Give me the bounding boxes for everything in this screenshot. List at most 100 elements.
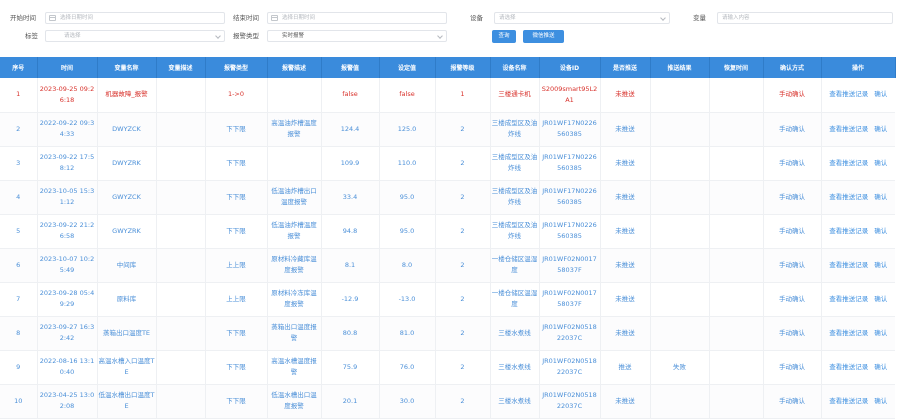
cell-var-name: DWYZCK [97, 112, 157, 147]
table-row[interactable]: 3 2023-09-22 17:58:12 DWYZRK 下下限 109.9 110.0 2… [0, 146, 895, 181]
cell-recover-time [709, 384, 764, 419]
table-row[interactable]: 2 2022-09-22 09:34:33 DWYZCK 下下限 高温油炸槽温度报警 12… [0, 112, 895, 147]
view-push-records-link[interactable]: 查看推送记录 [829, 125, 868, 133]
table-row[interactable]: 9 2022-08-16 13:10:40 高温水槽入口温度TE 下下限 高温水槽温度报… [0, 350, 895, 385]
table-row[interactable]: 8 2023-09-27 16:32:42 蒸箱出口温度TE 下下限 蒸箱出口温度报警 8… [0, 316, 895, 351]
view-push-records-link[interactable]: 查看推送记录 [829, 261, 868, 269]
cell-confirm-mode: 手动确认 [763, 146, 822, 181]
cell-device-id: JR01WF17N0226560385 [539, 214, 601, 249]
cell-no: 3 [0, 146, 38, 181]
cell-set-value: 30.0 [379, 384, 436, 419]
cell-time: 2023-10-07 10:25:49 [37, 248, 98, 283]
view-push-records-link[interactable]: 查看推送记录 [829, 193, 868, 201]
cell-alarm-value: 20.1 [321, 384, 380, 419]
device-label: 设备 [470, 14, 483, 22]
tag-select[interactable]: 请选择 [45, 30, 225, 42]
col-header-alarm-type: 报警类型 [205, 57, 268, 78]
table-row[interactable]: 10 2023-04-25 13:02:08 低温水槽出口温度TE 下下限 低温水槽出口… [0, 384, 895, 419]
device-select[interactable]: 请选择 [494, 12, 670, 24]
variable-input[interactable]: 请输入内容 [717, 12, 893, 24]
cell-device-name: 三楼成型区及油炸线 [490, 180, 540, 215]
table-row[interactable]: 4 2023-10-05 15:31:12 GWYZCK 下下限 低温油炸槽出口温度报警… [0, 180, 895, 215]
view-push-records-link[interactable]: 查看推送记录 [829, 363, 868, 371]
query-button[interactable]: 查询 [492, 30, 516, 43]
cell-confirm-mode: 手动确认 [763, 350, 822, 385]
cell-push-result [650, 282, 710, 317]
cell-alarm-value: -12.9 [321, 282, 380, 317]
cell-var-name: 蒸箱出口温度TE [97, 316, 157, 351]
confirm-link[interactable]: 确认 [874, 261, 887, 269]
table-row[interactable]: 1 2023-09-25 09:26:18 机器故障_报警 1->0 false fals… [0, 78, 895, 113]
cell-alarm-value: 75.9 [321, 350, 380, 385]
start-time-input[interactable]: 选择日期时间 [45, 12, 225, 24]
confirm-link[interactable]: 确认 [874, 90, 887, 98]
cell-operations: 查看推送记录 确认 [821, 384, 895, 419]
cell-no: 9 [0, 350, 38, 385]
cell-alarm-value: false [321, 78, 380, 113]
view-push-records-link[interactable]: 查看推送记录 [829, 329, 868, 337]
cell-recover-time [709, 214, 764, 249]
cell-level: 2 [435, 180, 491, 215]
cell-alarm-type: 下下限 [205, 350, 268, 385]
cell-pushed: 未推送 [600, 316, 651, 351]
view-push-records-link[interactable]: 查看推送记录 [829, 295, 868, 303]
cell-set-value: 95.0 [379, 180, 436, 215]
cell-var-desc [156, 282, 206, 317]
cell-device-name: 三楼成型区及油炸线 [490, 214, 540, 249]
confirm-link[interactable]: 确认 [874, 227, 887, 235]
cell-alarm-type: 1->0 [205, 78, 268, 113]
cell-operations: 查看推送记录 确认 [821, 112, 895, 147]
cell-device-name: 三楼成型区及油炸线 [490, 112, 540, 147]
cell-alarm-type: 下下限 [205, 316, 268, 351]
confirm-link[interactable]: 确认 [874, 193, 887, 201]
table-row[interactable]: 6 2023-10-07 10:25:49 中间库 上上限 原材料冷藏库温度报警 8.1 8… [0, 248, 895, 283]
filter-bar: 开始时间 选择日期时间 结束时间 选择日期时间 设备 请选择 变量 请输入内容 … [0, 0, 900, 52]
wechat-push-button[interactable]: 微信推送 [523, 30, 564, 43]
view-push-records-link[interactable]: 查看推送记录 [829, 397, 868, 405]
cell-var-desc [156, 248, 206, 283]
cell-var-desc [156, 112, 206, 147]
calendar-icon [271, 15, 278, 21]
confirm-link[interactable]: 确认 [874, 125, 887, 133]
view-push-records-link[interactable]: 查看推送记录 [829, 227, 868, 235]
confirm-link[interactable]: 确认 [874, 159, 887, 167]
cell-device-name: 三楼水煮线 [490, 350, 540, 385]
cell-level: 2 [435, 248, 491, 283]
cell-no: 7 [0, 282, 38, 317]
cell-alarm-desc: 低温油炸槽出口温度报警 [267, 180, 322, 215]
cell-var-name: 原料库 [97, 282, 157, 317]
cell-no: 8 [0, 316, 38, 351]
cell-var-desc [156, 384, 206, 419]
cell-operations: 查看推送记录 确认 [821, 146, 895, 181]
end-time-input[interactable]: 选择日期时间 [267, 12, 447, 24]
table-row[interactable]: 5 2023-09-22 21:26:58 GWYZRK 下下限 低温油炸槽温度报警 94… [0, 214, 895, 249]
cell-alarm-desc: 高温水槽温度报警 [267, 350, 322, 385]
cell-device-id: S2009smart95L2A1 [539, 78, 601, 113]
confirm-link[interactable]: 确认 [874, 329, 887, 337]
col-header-pushed: 是否推送 [600, 57, 651, 78]
table-row[interactable]: 7 2023-09-28 05:49:29 原料库 上上限 原材料冷冻库温度报警 -12.… [0, 282, 895, 317]
cell-var-name: 机器故障_报警 [97, 78, 157, 113]
cell-set-value: -13.0 [379, 282, 436, 317]
col-header-operations: 操作 [821, 57, 896, 78]
view-push-records-link[interactable]: 查看推送记录 [829, 90, 868, 98]
cell-confirm-mode: 手动确认 [763, 248, 822, 283]
alarm-type-select[interactable]: 实时报警 [267, 30, 447, 42]
cell-operations: 查看推送记录 确认 [821, 180, 895, 215]
cell-alarm-value: 124.4 [321, 112, 380, 147]
cell-level: 2 [435, 112, 491, 147]
confirm-link[interactable]: 确认 [874, 295, 887, 303]
cell-pushed: 未推送 [600, 384, 651, 419]
cell-time: 2023-04-25 13:02:08 [37, 384, 98, 419]
cell-alarm-type: 下下限 [205, 384, 268, 419]
cell-pushed: 未推送 [600, 112, 651, 147]
view-push-records-link[interactable]: 查看推送记录 [829, 159, 868, 167]
confirm-link[interactable]: 确认 [874, 363, 887, 371]
confirm-link[interactable]: 确认 [874, 397, 887, 405]
chevron-down-icon [660, 15, 666, 21]
cell-alarm-type: 下下限 [205, 112, 268, 147]
cell-level: 2 [435, 350, 491, 385]
cell-time: 2023-09-28 05:49:29 [37, 282, 98, 317]
cell-pushed: 未推送 [600, 78, 651, 113]
cell-pushed: 推送 [600, 350, 651, 385]
